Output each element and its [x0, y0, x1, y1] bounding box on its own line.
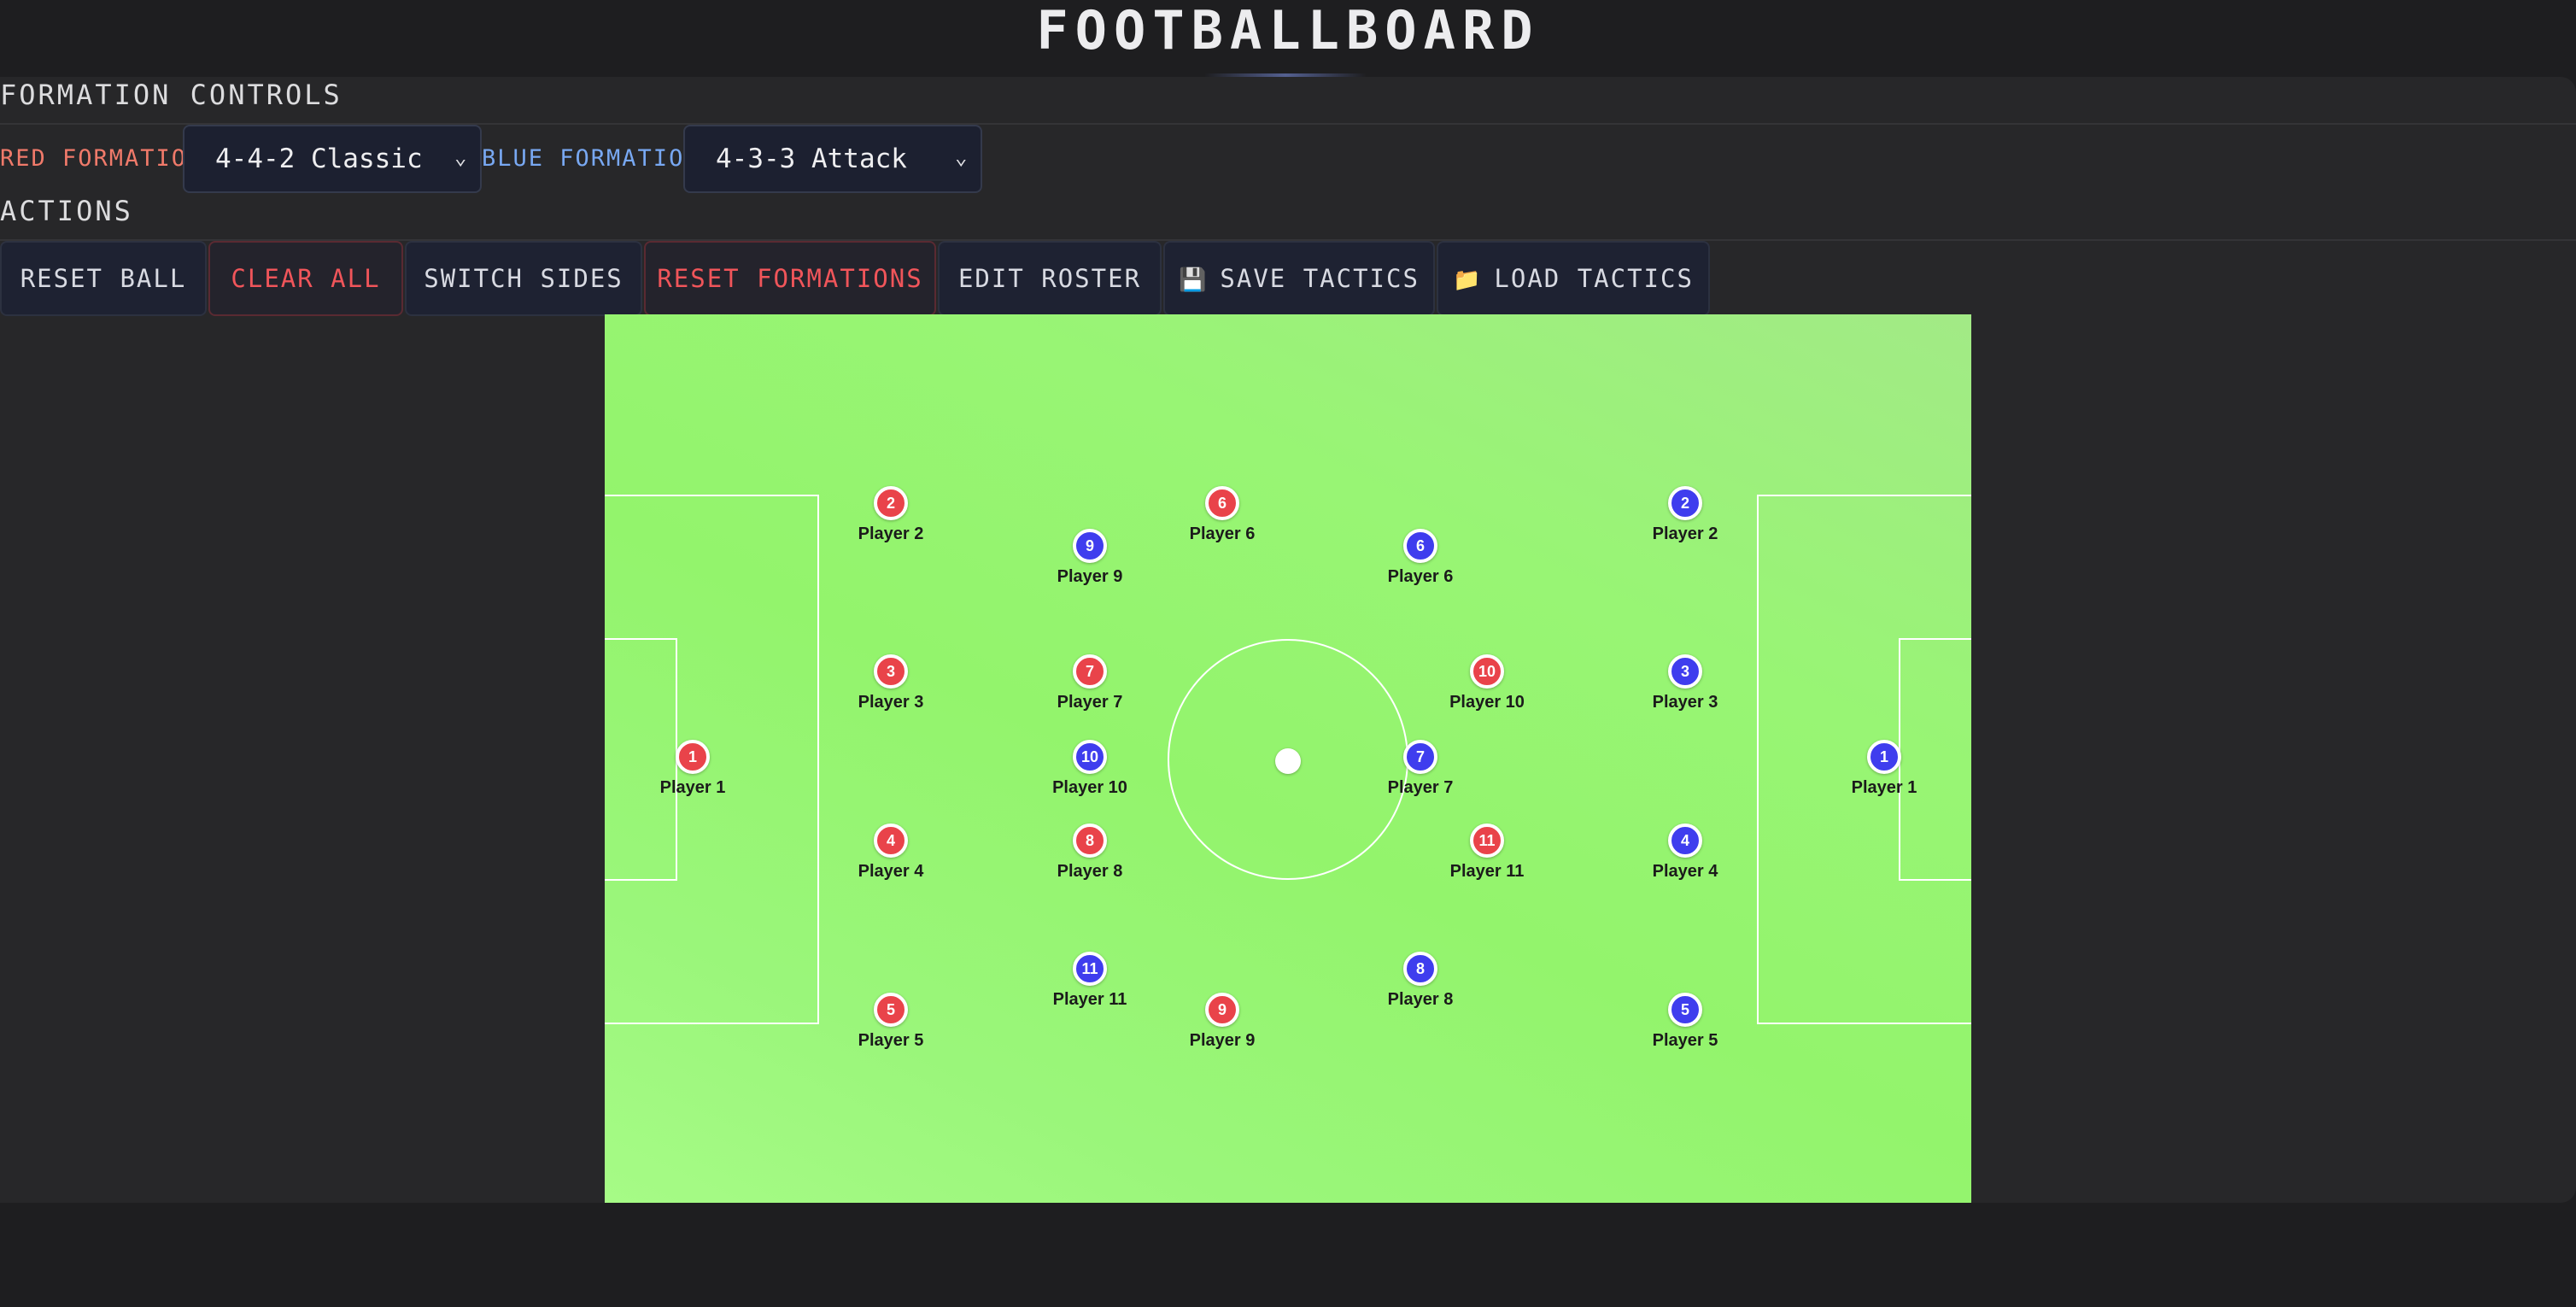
blue-formation-value: 4-3-3 Attack [716, 144, 907, 174]
red-player-number: 1 [676, 740, 710, 774]
red-player-token[interactable]: 10 Player 10 [1410, 654, 1564, 731]
blue-player-number: 3 [1668, 654, 1702, 689]
actions-heading: ACTIONS [0, 195, 133, 227]
blue-player-number: 8 [1403, 952, 1437, 986]
blue-player-token[interactable]: 6 Player 6 [1344, 529, 1497, 606]
red-player-number: 10 [1470, 654, 1504, 689]
player-label: Player 6 [1189, 525, 1256, 543]
formation-controls-heading: FORMATION CONTROLS [0, 79, 342, 111]
app-title: FOOTBALLBOARD [1036, 0, 1540, 62]
red-player-token[interactable]: 6 Player 6 [1145, 486, 1299, 563]
reset-formations-button[interactable]: RESET FORMATIONS [644, 241, 936, 316]
player-label: Player 3 [1652, 693, 1718, 712]
red-player-token[interactable]: 2 Player 2 [814, 486, 968, 563]
blue-player-token[interactable]: 10 Player 10 [1013, 740, 1167, 817]
blue-player-token[interactable]: 5 Player 5 [1608, 993, 1762, 1070]
player-label: Player 5 [858, 1031, 924, 1050]
save-tactics-button[interactable]: 💾 SAVE TACTICS [1163, 241, 1435, 316]
red-formation-value: 4-4-2 Classic [215, 144, 423, 174]
player-label: Player 3 [858, 693, 924, 712]
blue-player-number: 5 [1668, 993, 1702, 1027]
red-player-token[interactable]: 3 Player 3 [814, 654, 968, 731]
red-player-number: 8 [1073, 823, 1107, 858]
red-player-number: 3 [874, 654, 908, 689]
chevron-down-icon: ⌄ [454, 145, 467, 169]
blue-player-token[interactable]: 4 Player 4 [1608, 823, 1762, 900]
blue-player-token[interactable]: 9 Player 9 [1013, 529, 1167, 606]
player-label: Player 2 [858, 525, 924, 543]
player-label: Player 8 [1057, 862, 1123, 881]
red-player-number: 11 [1470, 823, 1504, 858]
player-label: Player 10 [1052, 778, 1127, 797]
blue-formation-select[interactable]: 4-3-3 Attack ⌄ [683, 125, 982, 193]
blue-player-number: 10 [1073, 740, 1107, 774]
save-tactics-label: SAVE TACTICS [1220, 264, 1420, 293]
chevron-down-icon: ⌄ [955, 145, 968, 169]
player-label: Player 10 [1449, 693, 1525, 712]
reset-ball-button[interactable]: RESET BALL [0, 241, 207, 316]
blue-player-token[interactable]: 1 Player 1 [1807, 740, 1961, 817]
load-tactics-label: LOAD TACTICS [1494, 264, 1694, 293]
blue-player-number: 1 [1867, 740, 1901, 774]
edit-roster-button[interactable]: EDIT ROSTER [938, 241, 1162, 316]
blue-formation-label: BLUE FORMATION: [482, 145, 716, 172]
red-player-token[interactable]: 7 Player 7 [1013, 654, 1167, 731]
player-label: Player 4 [1652, 862, 1718, 881]
player-label: Player 4 [858, 862, 924, 881]
red-player-token[interactable]: 1 Player 1 [616, 740, 770, 817]
blue-player-token[interactable]: 8 Player 8 [1344, 952, 1497, 1029]
blue-player-number: 4 [1668, 823, 1702, 858]
player-label: Player 8 [1387, 990, 1454, 1009]
blue-player-number: 6 [1403, 529, 1437, 563]
blue-player-number: 9 [1073, 529, 1107, 563]
red-formation-select[interactable]: 4-4-2 Classic ⌄ [183, 125, 482, 193]
floppy-disk-icon: 💾 [1179, 267, 1209, 293]
load-tactics-button[interactable]: 📁 LOAD TACTICS [1437, 241, 1710, 316]
blue-player-token[interactable]: 7 Player 7 [1344, 740, 1497, 817]
player-label: Player 5 [1652, 1031, 1718, 1050]
red-player-token[interactable]: 8 Player 8 [1013, 823, 1167, 900]
red-player-token[interactable]: 9 Player 9 [1145, 993, 1299, 1070]
blue-player-number: 2 [1668, 486, 1702, 520]
blue-player-number: 7 [1403, 740, 1437, 774]
switch-sides-button[interactable]: SWITCH SIDES [405, 241, 642, 316]
blue-player-token[interactable]: 11 Player 11 [1013, 952, 1167, 1029]
red-player-number: 7 [1073, 654, 1107, 689]
red-player-number: 4 [874, 823, 908, 858]
red-player-number: 5 [874, 993, 908, 1027]
player-label: Player 1 [659, 778, 726, 797]
player-label: Player 11 [1449, 862, 1525, 881]
player-label: Player 9 [1189, 1031, 1256, 1050]
player-label: Player 11 [1052, 990, 1127, 1009]
player-label: Player 9 [1057, 567, 1123, 586]
red-player-number: 6 [1205, 486, 1239, 520]
clear-all-button[interactable]: CLEAR ALL [208, 241, 403, 316]
blue-player-number: 11 [1073, 952, 1107, 986]
red-player-number: 2 [874, 486, 908, 520]
player-label: Player 7 [1057, 693, 1123, 712]
red-player-number: 9 [1205, 993, 1239, 1027]
blue-player-token[interactable]: 3 Player 3 [1608, 654, 1762, 731]
blue-player-token[interactable]: 2 Player 2 [1608, 486, 1762, 563]
player-label: Player 6 [1387, 567, 1454, 586]
player-label: Player 1 [1851, 778, 1917, 797]
player-label: Player 2 [1652, 525, 1718, 543]
red-player-token[interactable]: 4 Player 4 [814, 823, 968, 900]
folder-icon: 📁 [1453, 267, 1483, 293]
red-player-token[interactable]: 5 Player 5 [814, 993, 968, 1070]
red-player-token[interactable]: 11 Player 11 [1410, 823, 1564, 900]
ball[interactable] [1275, 748, 1301, 774]
player-label: Player 7 [1387, 778, 1454, 797]
